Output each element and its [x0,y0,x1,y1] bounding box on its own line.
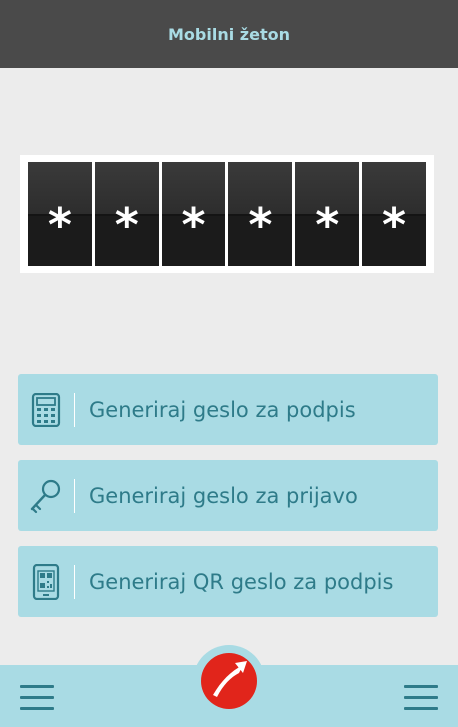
unicredit-logo-icon [201,653,257,709]
generate-login-password-button[interactable]: Generiraj geslo za prijavo [18,460,438,531]
app-header: Mobilni žeton [0,0,458,68]
token-digit: * [228,162,293,266]
token-digit: * [28,162,92,266]
token-digit-value: * [248,198,273,252]
action-label: Generiraj geslo za podpis [89,397,356,422]
left-menu-icon[interactable] [20,685,54,711]
token-digit: * [161,162,226,266]
divider [74,564,75,599]
divider [74,478,75,513]
token-display: * * * * * * [20,155,434,273]
generate-qr-password-button[interactable]: Generiraj QR geslo za podpis [18,546,438,617]
token-digit-value: * [315,198,340,252]
token-digit-value: * [114,198,139,252]
token-digit-value: * [382,198,407,252]
divider [74,392,75,427]
token-digits: * * * * * * [28,162,426,266]
token-digit-value: * [181,198,206,252]
token-digit-value: * [47,198,72,252]
key-icon [18,460,74,531]
action-label: Generiraj QR geslo za podpis [89,569,394,594]
right-menu-icon[interactable] [404,685,438,711]
calculator-icon [18,374,74,445]
token-digit: * [362,162,426,266]
token-digit: * [295,162,360,266]
logo-button[interactable] [193,645,265,717]
generate-signature-password-button[interactable]: Generiraj geslo za podpis [18,374,438,445]
token-digit: * [94,162,159,266]
page-title: Mobilni žeton [168,24,290,44]
action-label: Generiraj geslo za prijavo [89,483,358,508]
qr-phone-icon [18,546,74,617]
